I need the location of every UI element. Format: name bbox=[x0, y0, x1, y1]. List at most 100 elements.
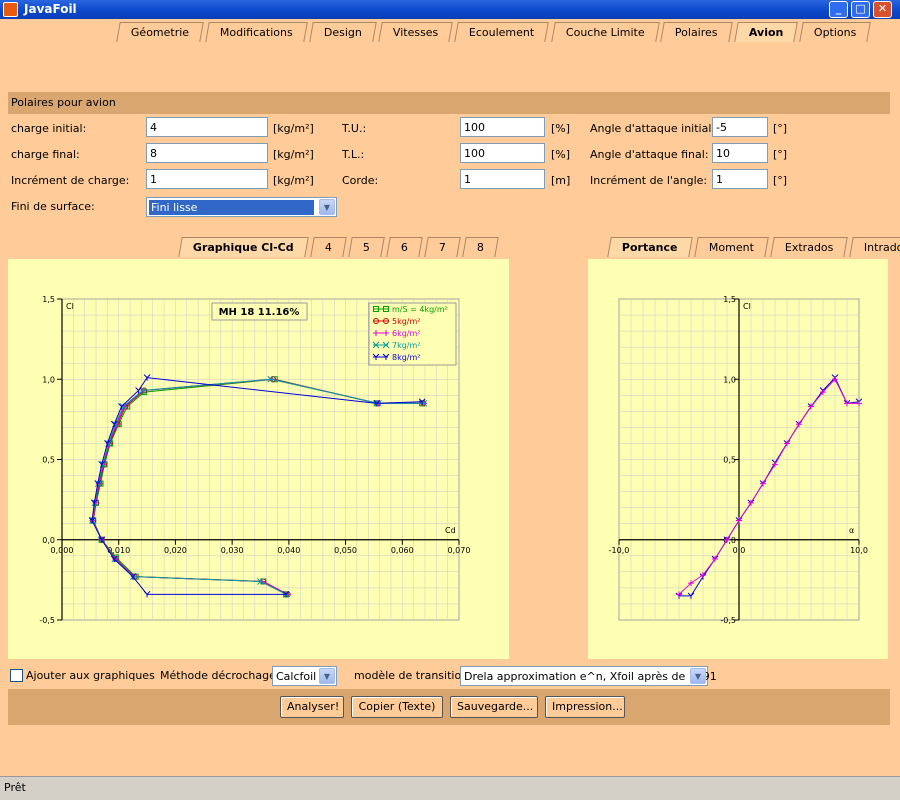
increment-charge-unit: [kg/m²] bbox=[273, 174, 314, 187]
left-plot-tab-bar: Graphique Cl-Cd 4 5 6 7 8 bbox=[178, 237, 502, 257]
transition-label: modèle de transition: bbox=[354, 669, 472, 682]
lift-tab-moment[interactable]: Moment bbox=[693, 237, 769, 257]
lift-tab-intrados[interactable]: Intrados bbox=[849, 237, 900, 257]
corde-label: Corde: bbox=[342, 174, 379, 187]
chevron-down-icon: ▼ bbox=[690, 668, 706, 684]
plot-tab-4[interactable]: 4 bbox=[309, 237, 347, 257]
tab-label: Polaires bbox=[675, 26, 718, 39]
lift-tab-portance[interactable]: Portance bbox=[607, 237, 693, 257]
tab-label: Modifications bbox=[220, 26, 293, 39]
x-tick-label: -10,0 bbox=[609, 546, 630, 555]
tab-couche-limite[interactable]: Couche Limite bbox=[550, 22, 660, 42]
legend-entry: 5kg/m² bbox=[392, 317, 421, 326]
tl-label: T.L.: bbox=[342, 148, 365, 161]
transition-select[interactable]: Drela approximation e^n, Xfoil après de … bbox=[460, 666, 717, 686]
close-button[interactable]: ✕ bbox=[873, 1, 892, 18]
tab-vitesses[interactable]: Vitesses bbox=[378, 22, 454, 42]
cl-cd-chart-panel: -0,5 0,0 0,5 1,0 1,5 0,000 0,010 0,020 0,030 0,04… bbox=[8, 259, 509, 659]
y-tick-label: 0,5 bbox=[723, 456, 736, 465]
tab-modifications[interactable]: Modifications bbox=[205, 22, 308, 42]
increment-angle-label: Incrément de l'angle: bbox=[590, 174, 708, 187]
x-tick-label: 0,000 bbox=[51, 546, 74, 555]
lift-tab-label: Extrados bbox=[784, 241, 833, 254]
maximize-button[interactable]: □ bbox=[851, 1, 870, 18]
plot-tab-label: 6 bbox=[400, 241, 408, 254]
x-tick-label: 0,0 bbox=[733, 546, 746, 555]
y-axis-label: Cl bbox=[743, 302, 751, 311]
analyser-button[interactable]: Analyser! bbox=[280, 696, 344, 718]
chart-title: MH 18 11.16% bbox=[219, 307, 300, 318]
tab-label: Couche Limite bbox=[565, 26, 645, 39]
tab-ecoulement[interactable]: Ecoulement bbox=[454, 22, 550, 42]
tl-unit: [%] bbox=[551, 148, 571, 161]
tab-design[interactable]: Design bbox=[309, 22, 377, 42]
legend-entry: 6kg/m² bbox=[392, 329, 421, 338]
tl-input[interactable] bbox=[460, 143, 545, 163]
corde-unit: [m] bbox=[551, 174, 571, 187]
impression-button[interactable]: Impression... bbox=[545, 696, 625, 718]
increment-charge-input[interactable] bbox=[146, 169, 268, 189]
ajouter-checkbox[interactable] bbox=[10, 669, 23, 682]
angle-final-unit: [°] bbox=[773, 148, 788, 161]
tab-polaires[interactable]: Polaires bbox=[660, 22, 733, 42]
tab-label: Vitesses bbox=[392, 26, 439, 39]
legend-entry: 7kg/m² bbox=[392, 341, 421, 350]
x-tick-label: 10,0 bbox=[850, 546, 868, 555]
cl-cd-chart: -0,50,00,51,01,50,000 0,010 0,020 0,030 0,04… bbox=[39, 295, 471, 625]
y-tick-label: 1,0 bbox=[723, 375, 736, 384]
copier-button[interactable]: Copier (Texte) bbox=[351, 696, 443, 718]
methode-label: Méthode décrochage: bbox=[160, 669, 280, 682]
transition-value: Drela approximation e^n, Xfoil après de … bbox=[464, 670, 717, 683]
angle-initial-label: Angle d'attaque initial: bbox=[590, 122, 716, 135]
plot-tab-6[interactable]: 6 bbox=[385, 237, 423, 257]
charge-initial-input[interactable] bbox=[146, 117, 268, 137]
corde-input[interactable] bbox=[460, 169, 545, 189]
methode-select[interactable]: Calcfoil ▼ bbox=[272, 666, 337, 686]
legend-entry: m/S = 4kg/m² bbox=[392, 305, 448, 314]
increment-angle-input[interactable] bbox=[712, 169, 768, 189]
angle-final-input[interactable] bbox=[712, 143, 768, 163]
tab-label: Options bbox=[814, 26, 857, 39]
plot-tab-7[interactable]: 7 bbox=[423, 237, 461, 257]
charge-final-label: charge final: bbox=[11, 148, 80, 161]
tab-avion[interactable]: Avion bbox=[734, 22, 799, 42]
fini-surface-select[interactable]: Fini lisse ▼ bbox=[146, 197, 337, 217]
tab-options[interactable]: Options bbox=[799, 22, 872, 42]
tu-label: T.U.: bbox=[342, 122, 367, 135]
y-tick-label: -0,5 bbox=[39, 616, 55, 625]
lift-tab-extrados[interactable]: Extrados bbox=[769, 237, 848, 257]
methode-value: Calcfoil bbox=[276, 670, 317, 683]
main-tab-bar: Géometrie Modifications Design Vitesses Ecou… bbox=[116, 22, 875, 42]
x-axis-label: Cd bbox=[445, 526, 456, 535]
angle-final-label: Angle d'attaque final: bbox=[590, 148, 709, 161]
x-tick-label: 0,070 bbox=[448, 546, 471, 555]
minimize-button[interactable]: _ bbox=[829, 1, 848, 18]
plot-tab-label: 7 bbox=[438, 241, 446, 254]
plot-tab-graphique-cl-cd[interactable]: Graphique Cl-Cd bbox=[178, 237, 309, 257]
plot-tab-label: Graphique Cl-Cd bbox=[192, 241, 294, 254]
angle-initial-input[interactable] bbox=[712, 117, 768, 137]
x-tick-label: 0,020 bbox=[164, 546, 187, 555]
fini-surface-label: Fini de surface: bbox=[11, 200, 95, 213]
charge-final-input[interactable] bbox=[146, 143, 268, 163]
tab-g-ometrie[interactable]: Géometrie bbox=[116, 22, 204, 42]
plot-tab-8[interactable]: 8 bbox=[461, 237, 499, 257]
tu-unit: [%] bbox=[551, 122, 571, 135]
tab-label: Avion bbox=[748, 26, 784, 39]
y-tick-label: -0,5 bbox=[720, 616, 736, 625]
plot-tab-5[interactable]: 5 bbox=[347, 237, 385, 257]
right-plot-tab-bar: Portance Moment Extrados Intrados bbox=[607, 237, 900, 257]
lift-tab-label: Intrados bbox=[863, 241, 900, 254]
lift-chart: -0,50,00,51,01,5-10,00,010,0Clα bbox=[609, 295, 868, 625]
x-tick-label: 0,060 bbox=[391, 546, 414, 555]
sauvegarde-button[interactable]: Sauvegarde... bbox=[450, 696, 538, 718]
plot-tab-label: 8 bbox=[476, 241, 484, 254]
y-tick-label: 1,5 bbox=[723, 295, 736, 304]
tu-input[interactable] bbox=[460, 117, 545, 137]
y-axis-label: Cl bbox=[66, 302, 74, 311]
y-tick-label: 1,0 bbox=[42, 375, 55, 384]
angle-initial-unit: [°] bbox=[773, 122, 788, 135]
ajouter-label: Ajouter aux graphiques bbox=[26, 669, 155, 682]
x-tick-label: 0,040 bbox=[277, 546, 300, 555]
lift-chart-panel: -0,50,00,51,01,5-10,00,010,0Clα bbox=[588, 259, 888, 659]
